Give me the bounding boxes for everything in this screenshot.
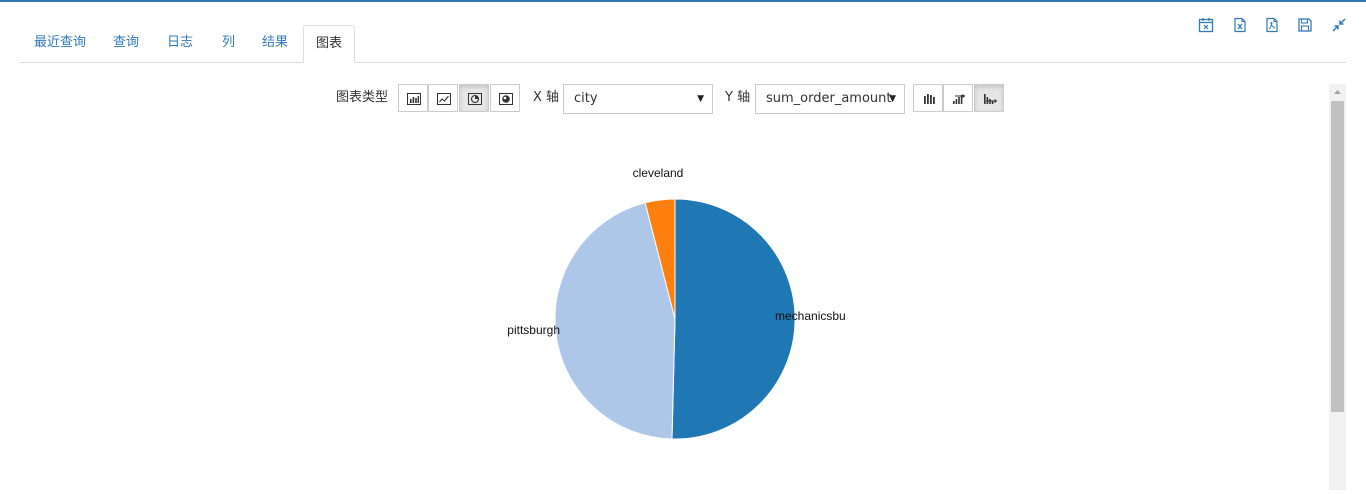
tab-results[interactable]: 结果	[258, 25, 292, 61]
slice-label-mechanicsburg: mechanicsbu	[775, 309, 846, 323]
y-axis-label: Y 轴	[725, 90, 751, 105]
x-axis-label: X 轴	[533, 90, 560, 105]
x-axis-value: city	[574, 91, 598, 106]
chart-type-label: 图表类型	[336, 90, 389, 105]
chevron-down-icon: ▼	[697, 94, 704, 104]
y-axis-select[interactable]: sum_order_amount ▼	[755, 84, 905, 114]
excel-file-icon[interactable]	[1232, 17, 1248, 33]
top-accent-line	[0, 0, 1366, 2]
map-chart-icon[interactable]	[490, 84, 520, 112]
slice-label-pittsburgh: pittsburgh	[507, 323, 560, 337]
pie-chart: mechanicsbu pittsburgh cleveland	[507, 166, 846, 440]
tab-chart[interactable]: 图表	[303, 25, 356, 63]
chart-toolbar: 图表类型 X 轴 city ▼ Y 轴 sum_order_amount ▼	[0, 84, 1366, 114]
sort-descending-icon[interactable]	[974, 84, 1004, 112]
y-axis-value: sum_order_amount	[766, 91, 892, 106]
chart-area: mechanicsbu pittsburgh cleveland	[20, 120, 1326, 490]
bar-chart-icon[interactable]	[398, 84, 428, 112]
scroll-thumb[interactable]	[1331, 101, 1344, 412]
no-sort-icon[interactable]	[913, 84, 943, 112]
tab-recent-queries[interactable]: 最近查询	[30, 25, 90, 61]
sort-ascending-icon[interactable]	[943, 84, 973, 112]
tab-bar: 最近查询 查询 日志 列 结果 图表	[20, 25, 1346, 63]
x-axis-select[interactable]: city ▼	[563, 84, 713, 114]
pdf-file-icon[interactable]	[1264, 17, 1280, 33]
tab-log[interactable]: 日志	[163, 25, 197, 61]
tab-columns[interactable]: 列	[218, 25, 239, 61]
slice-label-cleveland: cleveland	[633, 166, 684, 180]
chevron-down-icon: ▼	[889, 94, 896, 104]
vertical-scrollbar[interactable]	[1329, 84, 1346, 490]
save-icon[interactable]	[1297, 17, 1313, 33]
scroll-up-arrow[interactable]	[1329, 84, 1346, 100]
calendar-x-icon[interactable]	[1198, 17, 1214, 33]
collapse-icon[interactable]	[1331, 17, 1347, 33]
pie-chart-icon[interactable]	[459, 84, 489, 112]
tab-query[interactable]: 查询	[109, 25, 143, 61]
line-chart-icon[interactable]	[428, 84, 458, 112]
